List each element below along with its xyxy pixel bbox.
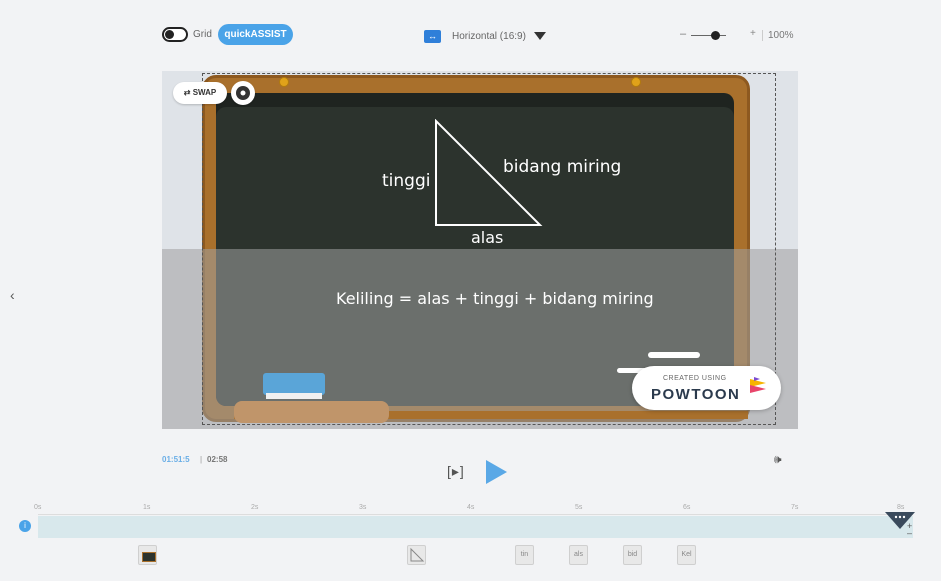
timeline-tick: 1s <box>143 504 151 511</box>
swap-button[interactable]: ⇄ SWAP <box>173 82 227 104</box>
timeline-track[interactable] <box>38 516 913 538</box>
watermark-caption: CREATED USING <box>663 375 727 382</box>
orientation-dropdown[interactable]: ↔ Horizontal (16:9) <box>424 28 546 44</box>
play-icon[interactable] <box>484 459 508 485</box>
timeline-object-chalkboard[interactable] <box>138 545 157 565</box>
zoom-divider <box>762 30 763 41</box>
timeline-tick: 3s <box>359 504 367 511</box>
powtoon-logo-icon <box>750 377 766 393</box>
caret-down-icon <box>533 32 546 40</box>
slide-canvas[interactable]: tinggi bidang miring alas Keliling = ala… <box>162 71 798 429</box>
timeline-tick: 0s <box>34 504 42 511</box>
settings-button[interactable] <box>231 81 255 105</box>
triangle-thumbnail-icon <box>410 547 425 562</box>
top-toolbar: Grid quickASSIST ↔ Horizontal (16:9) – +… <box>0 0 941 70</box>
powtoon-watermark: CREATED USING POWTOON <box>632 366 781 410</box>
time-separator: | <box>200 455 203 464</box>
toggle-knob <box>165 30 174 39</box>
zoom-control: – + 100% <box>680 28 800 44</box>
zoom-level: 100% <box>768 30 794 41</box>
horizontal-orientation-icon: ↔ <box>424 29 441 43</box>
timeline-tick: 7s <box>791 504 799 511</box>
timeline-tick: 5s <box>575 504 583 511</box>
timeline-extend-minus[interactable]: – <box>907 528 912 538</box>
zoom-in-button[interactable]: + <box>750 28 756 39</box>
timeline-tick: 2s <box>251 504 259 511</box>
quickassist-button[interactable]: quickASSIST <box>218 24 293 45</box>
watermark-brand: POWTOON <box>651 386 741 403</box>
zoom-slider-thumb[interactable] <box>711 31 720 40</box>
timeline-tick: 8s <box>897 504 905 511</box>
timeline-object-alas[interactable]: als <box>569 545 588 565</box>
orientation-label: Horizontal (16:9) <box>452 30 526 42</box>
previous-slide-arrow[interactable]: ‹ <box>10 287 15 303</box>
current-time: 01:51:5 <box>162 455 190 464</box>
timeline-object-keliling[interactable]: Kel <box>677 545 696 565</box>
zoom-out-button[interactable]: – <box>680 28 686 40</box>
gear-icon <box>236 86 250 100</box>
timeline-object-triangle[interactable] <box>407 545 426 565</box>
timeline-tick: 6s <box>683 504 691 511</box>
timeline-object-bidang[interactable]: bid <box>623 545 642 565</box>
play-selection-button[interactable]: [▸] <box>447 463 465 480</box>
timeline-tick: 4s <box>467 504 475 511</box>
timeline: 0s 1s 2s 3s 4s 5s 6s 7s 8s i + – tin als… <box>0 498 941 581</box>
total-time: 02:58 <box>207 455 228 464</box>
grid-toggle[interactable] <box>162 27 188 42</box>
volume-icon[interactable]: 🕪 <box>774 452 782 467</box>
zoom-slider-track[interactable] <box>691 35 726 36</box>
timeline-object-tinggi[interactable]: tin <box>515 545 534 565</box>
grid-label: Grid <box>193 29 212 40</box>
info-icon[interactable]: i <box>19 520 31 532</box>
swap-label: SWAP <box>192 88 217 97</box>
